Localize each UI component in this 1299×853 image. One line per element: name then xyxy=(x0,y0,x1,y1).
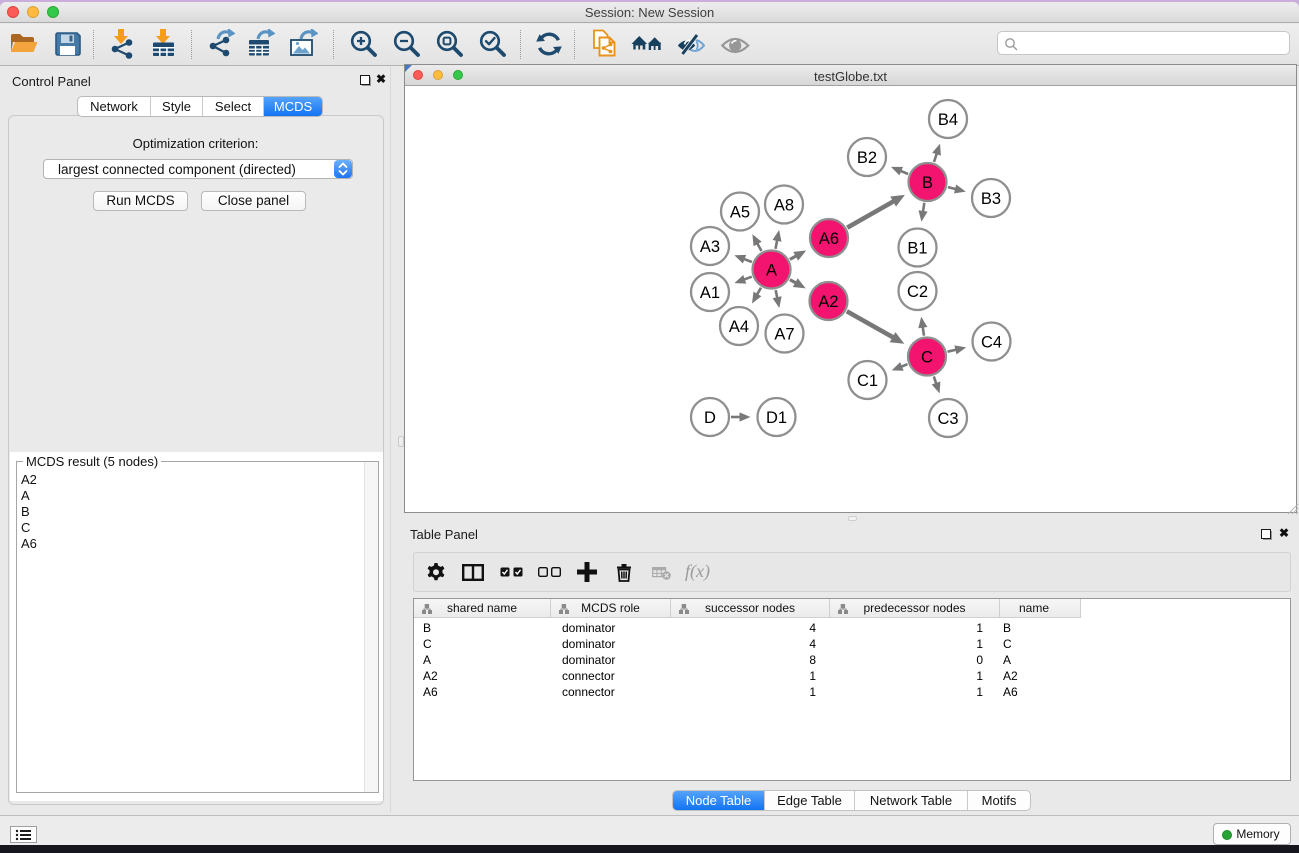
svg-text:B1: B1 xyxy=(907,240,927,258)
svg-text:B2: B2 xyxy=(857,149,877,167)
svg-text:D1: D1 xyxy=(766,409,787,427)
svg-text:A7: A7 xyxy=(774,326,794,344)
svg-text:C3: C3 xyxy=(937,410,958,428)
svg-text:A: A xyxy=(766,262,777,280)
svg-text:A3: A3 xyxy=(700,238,720,256)
svg-text:B: B xyxy=(922,174,933,192)
svg-text:A5: A5 xyxy=(730,204,750,222)
svg-text:D: D xyxy=(704,409,716,427)
svg-text:A8: A8 xyxy=(774,197,794,215)
svg-text:A1: A1 xyxy=(700,284,720,302)
svg-text:A6: A6 xyxy=(819,230,839,248)
svg-text:A4: A4 xyxy=(729,318,749,336)
svg-text:C: C xyxy=(921,349,933,367)
svg-text:A2: A2 xyxy=(818,293,838,311)
svg-text:B3: B3 xyxy=(981,190,1001,208)
svg-text:C1: C1 xyxy=(857,372,878,390)
svg-text:B4: B4 xyxy=(938,111,958,129)
svg-text:C4: C4 xyxy=(981,334,1002,352)
svg-text:C2: C2 xyxy=(907,283,928,301)
